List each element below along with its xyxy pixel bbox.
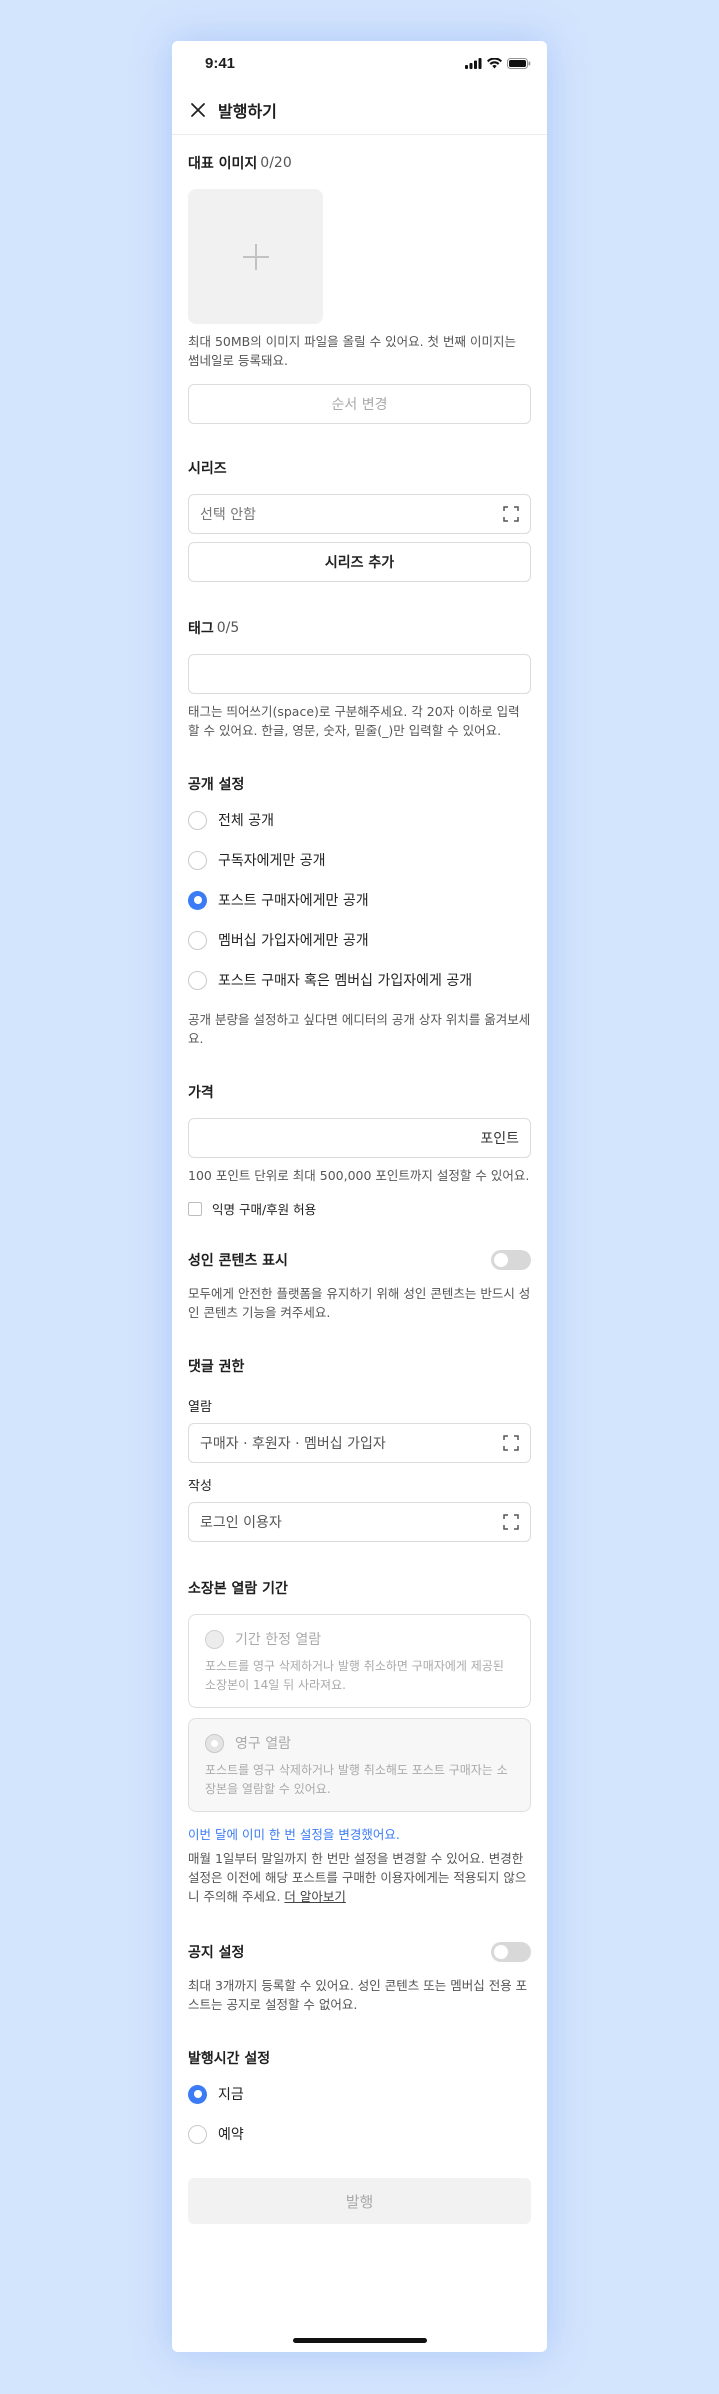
notice-setting-row: 공지 설정 xyxy=(188,1942,531,1962)
publish-form: 대표 이미지 0/20 최대 50MB의 이미지 파일을 올릴 수 있어요. 첫… xyxy=(172,153,547,2224)
option-label: 멤버십 가입자에게만 공개 xyxy=(218,933,369,949)
publish-now-option[interactable]: 지금 xyxy=(188,2074,531,2114)
radio-off-icon xyxy=(188,2124,207,2144)
anonymous-checkbox-row[interactable]: 익명 구매/후원 허용 xyxy=(188,1199,531,1218)
visibility-option-buyers[interactable]: 포스트 구매자에게만 공개 xyxy=(188,880,531,920)
close-icon[interactable] xyxy=(188,100,208,120)
image-upload-button[interactable] xyxy=(188,189,323,324)
tags-count: 0/5 xyxy=(216,620,240,636)
series-select[interactable]: 선택 안함 xyxy=(188,494,531,534)
archive-option-limited[interactable]: 기간 한정 열람 포스트를 영구 삭제하거나 발행 취소하면 구매자에게 제공된… xyxy=(188,1614,531,1708)
visibility-option-members[interactable]: 멤버십 가입자에게만 공개 xyxy=(188,920,531,960)
archive-option-permanent[interactable]: 영구 열람 포스트를 영구 삭제하거나 발행 취소해도 포스트 구매자는 소장본… xyxy=(188,1718,531,1812)
anonymous-label: 익명 구매/후원 허용 xyxy=(212,1202,317,1217)
radio-disabled-selected-icon xyxy=(205,1733,224,1753)
visibility-option-buyers-or-members[interactable]: 포스트 구매자 혹은 멤버십 가입자에게 공개 xyxy=(188,960,531,1000)
cover-image-label: 대표 이미지 xyxy=(188,156,258,172)
notice-toggle[interactable] xyxy=(491,1942,531,1962)
cover-image-title: 대표 이미지 0/20 xyxy=(188,153,531,173)
archive-help: 매월 1일부터 말일까지 한 번만 설정을 변경할 수 있어요. 변경한 설정은… xyxy=(188,1849,531,1906)
comment-write-value: 로그인 이용자 xyxy=(200,1515,282,1531)
add-series-button[interactable]: 시리즈 추가 xyxy=(188,542,531,582)
price-title: 가격 xyxy=(188,1085,214,1101)
status-bar: 9:41 xyxy=(172,41,547,85)
comment-read-value: 구매자 · 후원자 · 멤버십 가입자 xyxy=(200,1436,386,1452)
page-title: 발행하기 xyxy=(218,101,277,121)
visibility-help: 공개 분량을 설정하고 싶다면 에디터의 공개 상자 위치를 옮겨보세요. xyxy=(188,1012,531,1046)
option-label: 포스트 구매자 혹은 멤버십 가입자에게 공개 xyxy=(218,973,473,989)
option-label: 구독자에게만 공개 xyxy=(218,853,326,869)
battery-icon xyxy=(507,57,531,69)
adult-content-row: 성인 콘텐츠 표시 xyxy=(188,1250,531,1270)
radio-disabled-icon xyxy=(205,1629,224,1649)
archive-help-text: 매월 1일부터 말일까지 한 번만 설정을 변경할 수 있어요. 변경한 설정은… xyxy=(188,1851,527,1904)
adult-content-toggle[interactable] xyxy=(491,1250,531,1270)
wifi-icon xyxy=(487,57,502,68)
option-label: 지금 xyxy=(218,2087,244,2103)
comment-read-label: 열람 xyxy=(188,1400,212,1415)
tags-title: 태그 0/5 xyxy=(188,618,531,638)
cover-image-count: 0/20 xyxy=(260,155,292,171)
archive-option-label: 기간 한정 열람 xyxy=(235,1632,322,1648)
status-time: 9:41 xyxy=(205,54,236,72)
tag-input[interactable] xyxy=(188,654,531,694)
expand-icon xyxy=(503,1514,519,1530)
radio-off-icon xyxy=(188,930,207,950)
adult-content-help: 모두에게 안전한 플랫폼을 유지하기 위해 성인 콘텐츠는 반드시 성인 콘텐츠… xyxy=(188,1286,531,1320)
home-indicator xyxy=(293,2338,427,2343)
archive-option-label: 영구 열람 xyxy=(235,1736,291,1752)
status-icons xyxy=(465,57,531,69)
option-label: 예약 xyxy=(218,2127,244,2143)
tags-help: 태그는 띄어쓰기(space)로 구분해주세요. 각 20자 이하로 입력할 수… xyxy=(188,704,520,738)
tags-label: 태그 xyxy=(188,621,214,637)
comment-write-label: 작성 xyxy=(188,1479,212,1494)
series-select-value: 선택 안함 xyxy=(200,507,256,523)
publish-button[interactable]: 발행 xyxy=(188,2178,531,2224)
price-unit: 포인트 xyxy=(480,1131,519,1147)
price-input[interactable]: 포인트 xyxy=(188,1118,531,1158)
notice-setting-title: 공지 설정 xyxy=(188,1945,245,1961)
top-nav: 발행하기 xyxy=(172,85,547,135)
expand-icon xyxy=(503,1435,519,1451)
publish-time-options: 지금 예약 xyxy=(188,2074,531,2154)
radio-off-icon xyxy=(188,810,207,830)
plus-icon xyxy=(242,243,269,270)
radio-on-icon xyxy=(188,890,207,910)
comment-write-select[interactable]: 로그인 이용자 xyxy=(188,1502,531,1542)
option-label: 포스트 구매자에게만 공개 xyxy=(218,893,369,909)
comments-title: 댓글 권한 xyxy=(188,1359,245,1375)
notice-setting-help: 최대 3개까지 등록할 수 있어요. 성인 콘텐츠 또는 멤버십 전용 포스트는… xyxy=(188,1978,528,2012)
series-title: 시리즈 xyxy=(188,461,227,477)
comment-read-select[interactable]: 구매자 · 후원자 · 멤버십 가입자 xyxy=(188,1423,531,1463)
visibility-title: 공개 설정 xyxy=(188,777,245,793)
visibility-option-all[interactable]: 전체 공개 xyxy=(188,800,531,840)
archive-option-desc: 포스트를 영구 삭제하거나 발행 취소해도 포스트 구매자는 소장본을 열람할 … xyxy=(205,1763,508,1796)
publish-time-title: 발행시간 설정 xyxy=(188,2051,271,2067)
price-help: 100 포인트 단위로 최대 500,000 포인트까지 설정할 수 있어요. xyxy=(188,1168,530,1183)
adult-content-title: 성인 콘텐츠 표시 xyxy=(188,1253,288,1269)
expand-icon xyxy=(503,506,519,522)
learn-more-link[interactable]: 더 알아보기 xyxy=(284,1889,345,1904)
archive-notice: 이번 달에 이미 한 번 설정을 변경했어요. xyxy=(188,1827,400,1842)
signal-icon xyxy=(465,57,482,69)
radio-off-icon xyxy=(188,970,207,990)
reorder-button[interactable]: 순서 변경 xyxy=(188,384,531,424)
archive-option-desc: 포스트를 영구 삭제하거나 발행 취소하면 구매자에게 제공된 소장본이 14일… xyxy=(205,1659,504,1692)
visibility-options: 전체 공개 구독자에게만 공개 포스트 구매자에게만 공개 멤버십 가입자에게만… xyxy=(188,800,531,1000)
visibility-option-subscribers[interactable]: 구독자에게만 공개 xyxy=(188,840,531,880)
publish-schedule-option[interactable]: 예약 xyxy=(188,2114,531,2154)
radio-on-icon xyxy=(188,2084,207,2104)
archive-title: 소장본 열람 기간 xyxy=(188,1581,288,1597)
radio-off-icon xyxy=(188,850,207,870)
anonymous-checkbox[interactable] xyxy=(188,1201,202,1216)
cover-image-help: 최대 50MB의 이미지 파일을 올릴 수 있어요. 첫 번째 이미지는 썸네일… xyxy=(188,334,517,368)
phone-screen: 9:41 발행하기 대표 이미지 0/20 최대 50MB의 이미지 파일을 올… xyxy=(172,41,547,2352)
option-label: 전체 공개 xyxy=(218,813,274,829)
